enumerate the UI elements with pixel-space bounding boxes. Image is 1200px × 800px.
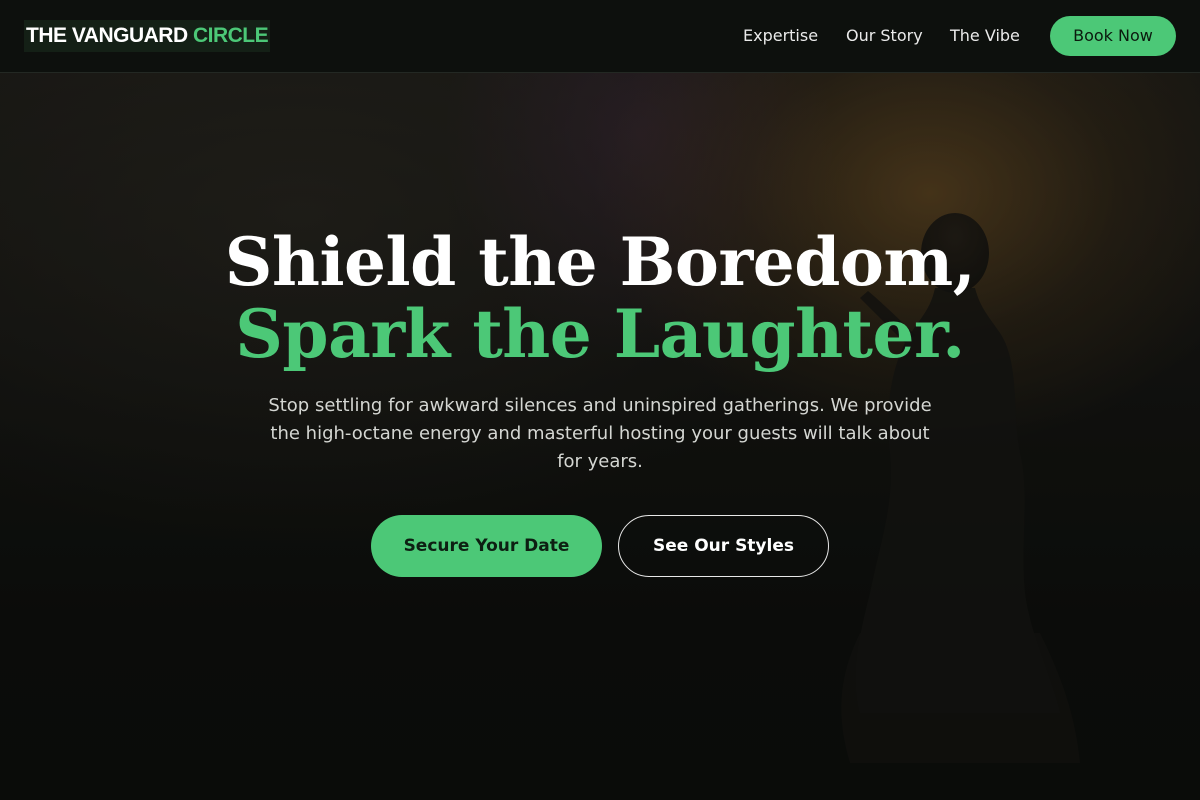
nav-link-our-story[interactable]: Our Story <box>846 24 923 48</box>
nav-link-expertise[interactable]: Expertise <box>743 24 818 48</box>
logo-text-accent: CIRCLE <box>192 24 269 47</box>
book-now-button[interactable]: Book Now <box>1050 16 1176 56</box>
hero-headline-line1: Shield the Boredom, <box>224 223 976 301</box>
secure-your-date-button[interactable]: Secure Your Date <box>371 515 602 577</box>
hero-headline: Shield the Boredom, Spark the Laughter. <box>150 226 1050 370</box>
see-our-styles-button[interactable]: See Our Styles <box>618 515 829 577</box>
hero-headline-line2: Spark the Laughter. <box>235 295 965 373</box>
logo-text-primary: THE VANGUARD <box>26 24 188 47</box>
site-header: THE VANGUARD CIRCLE Expertise Our Story … <box>0 0 1200 73</box>
hero-subtitle: Stop settling for awkward silences and u… <box>268 395 932 472</box>
nav-link-the-vibe[interactable]: The Vibe <box>950 24 1020 48</box>
site-logo[interactable]: THE VANGUARD CIRCLE <box>24 20 271 52</box>
